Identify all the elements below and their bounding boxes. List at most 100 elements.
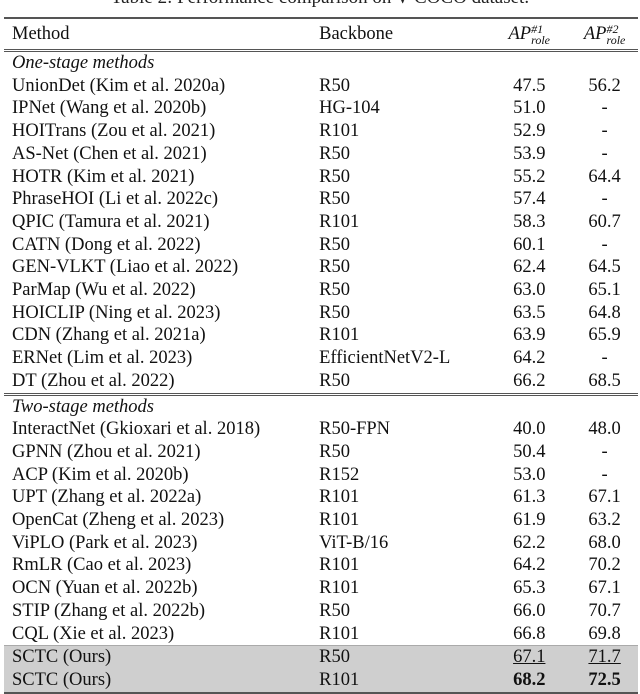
table-row: OpenCat (Zheng et al. 2023) R101 61.9 63.2	[4, 509, 638, 532]
ap-role-1-cell: 62.2	[513, 532, 546, 553]
backbone-cell: R50	[319, 166, 350, 187]
ap-role-2-cell: -	[601, 441, 608, 462]
table-row: HOITrans (Zou et al. 2021) R101 52.9 -	[4, 120, 638, 143]
backbone-cell: R101	[319, 121, 360, 142]
table-row: ACP (Kim et al. 2020b) R152 53.0 -	[4, 464, 638, 487]
ap-role-2-cell: -	[601, 143, 608, 164]
ap-role-1-cell: 65.3	[513, 578, 546, 599]
ap-role-1-cell: 47.5	[513, 75, 546, 96]
backbone-cell: EfficientNetV2-L	[319, 348, 451, 369]
ap-role-2-cell: 68.5	[588, 370, 621, 391]
table-row: ERNet (Lim et al. 2023) EfficientNetV2-L 6…	[4, 347, 638, 370]
method-cell: UnionDet (Kim et al. 2020a)	[12, 75, 226, 96]
section-header: One-stage methods	[4, 50, 638, 75]
ap-role-1-cell: 63.9	[513, 325, 546, 346]
ap-role-1-cell: 64.2	[513, 348, 546, 369]
table-row: HOICLIP (Ning et al. 2023) R50 63.5 64.8	[4, 302, 638, 325]
ap-role-2-cell: -	[601, 189, 608, 210]
method-cell: CDN (Zhang et al. 2021a)	[12, 325, 206, 346]
table-row: ParMap (Wu et al. 2022) R50 63.0 65.1	[4, 279, 638, 302]
table-header-row: Method Backbone AP #1 role AP #2 role	[4, 18, 638, 51]
section-header: Two-stage methods	[4, 394, 638, 418]
ours-row: SCTC (Ours) R101 68.2 72.5	[4, 668, 638, 693]
backbone-cell: R50-FPN	[319, 419, 391, 440]
backbone-cell: R50	[319, 441, 350, 462]
table-body: One-stage methods UnionDet (Kim et al. 20…	[4, 50, 638, 693]
ap-role-1-cell: 40.0	[513, 419, 546, 440]
backbone-cell: R50	[319, 257, 350, 278]
method-cell: PhraseHOI (Li et al. 2022c)	[12, 189, 219, 210]
ap-role-1-cell: 64.2	[513, 555, 546, 576]
table-row: GPNN (Zhou et al. 2021) R50 50.4 -	[4, 441, 638, 464]
results-table: Method Backbone AP #1 role AP #2 role One-st…	[4, 17, 638, 694]
header-ap2-sub: role	[606, 32, 626, 47]
method-cell: GEN-VLKT (Liao et al. 2022)	[12, 257, 239, 278]
ap-role-2-cell: 71.7	[571, 645, 638, 669]
backbone-cell: R50	[319, 645, 488, 669]
backbone-cell: R50	[319, 75, 350, 96]
ap-role-1-cell: 63.5	[513, 302, 546, 323]
ap-role-1-cell: 51.0	[513, 98, 546, 119]
ap-role-1-cell: 61.9	[513, 510, 546, 531]
backbone-cell: R50	[319, 280, 350, 301]
table-caption: Table 2: Performance comparison on V-COC…	[0, 0, 640, 8]
ap-role-1-cell: 62.4	[513, 257, 546, 278]
method-cell: ViPLO (Park et al. 2023)	[12, 532, 198, 553]
method-cell: OpenCat (Zheng et al. 2023)	[12, 510, 225, 531]
method-cell: STIP (Zhang et al. 2022b)	[12, 600, 206, 621]
ap-role-2-cell: 70.2	[588, 555, 621, 576]
table-row: IPNet (Wang et al. 2020b) HG-104 51.0 -	[4, 97, 638, 120]
table-row: CQL (Xie et al. 2023) R101 66.8 69.8	[4, 623, 638, 646]
method-cell: CQL (Xie et al. 2023)	[12, 623, 175, 644]
ap-role-2-cell: 67.1	[588, 487, 621, 508]
ap-role-2-cell: 64.4	[588, 166, 621, 187]
ap-role-1-cell: 55.2	[513, 166, 546, 187]
ap-role-2-cell: 70.7	[588, 600, 621, 621]
backbone-cell: R101	[319, 211, 360, 232]
table-row: ViPLO (Park et al. 2023) ViT-B/16 62.2 68.0	[4, 532, 638, 555]
method-cell: RmLR (Cao et al. 2023)	[12, 555, 192, 576]
method-cell: SCTC (Ours)	[4, 645, 320, 669]
method-cell: UPT (Zhang et al. 2022a)	[12, 487, 202, 508]
method-cell: ParMap (Wu et al. 2022)	[12, 280, 196, 301]
ap-role-1-cell: 60.1	[513, 234, 546, 255]
method-cell: HOICLIP (Ning et al. 2023)	[12, 302, 221, 323]
ap-role-2-cell: 64.5	[588, 257, 621, 278]
ours-row: SCTC (Ours) R50 67.1 71.7	[4, 645, 638, 669]
table-row: UnionDet (Kim et al. 2020a) R50 47.5 56.2	[4, 75, 638, 98]
ap-role-2-cell: 63.2	[588, 510, 621, 531]
backbone-cell: R101	[319, 510, 360, 531]
ap-role-2-cell: 67.1	[588, 578, 621, 599]
method-cell: HOITrans (Zou et al. 2021)	[12, 121, 216, 142]
ap-role-1-cell: 67.1	[487, 645, 572, 669]
table-row: OCN (Yuan et al. 2022b) R101 65.3 67.1	[4, 577, 638, 600]
backbone-cell: R50	[319, 370, 350, 391]
ap-role-2-cell: 65.9	[588, 325, 621, 346]
ap-role-2-cell: -	[601, 348, 608, 369]
backbone-cell: R50	[319, 600, 350, 621]
ap-role-1-cell: 63.0	[513, 280, 546, 301]
ap-role-2-cell: 68.0	[588, 532, 621, 553]
table-row: UPT (Zhang et al. 2022a) R101 61.3 67.1	[4, 486, 638, 509]
ap-role-1-cell: 50.4	[513, 441, 546, 462]
backbone-cell: R101	[319, 487, 360, 508]
backbone-cell: R50	[319, 143, 350, 164]
backbone-cell: R101	[319, 325, 360, 346]
method-cell: IPNet (Wang et al. 2020b)	[12, 98, 207, 119]
backbone-cell: R101	[319, 668, 488, 693]
ap-role-1-cell: 61.3	[513, 487, 546, 508]
table-row: DT (Zhou et al. 2022) R50 66.2 68.5	[4, 370, 638, 394]
ap-role-2-cell: 56.2	[588, 75, 621, 96]
backbone-cell: R101	[319, 623, 360, 644]
method-cell: AS-Net (Chen et al. 2021)	[12, 143, 207, 164]
backbone-cell: R50	[319, 302, 350, 323]
ap-role-1-cell: 66.0	[513, 600, 546, 621]
method-cell: HOTR (Kim et al. 2021)	[12, 166, 195, 187]
method-cell: DT (Zhou et al. 2022)	[12, 370, 175, 391]
header-ap1-sub: role	[531, 32, 550, 47]
method-cell: ACP (Kim et al. 2020b)	[12, 464, 189, 485]
ap-role-2-cell: 60.7	[588, 211, 621, 232]
header-ap-role-1: AP #1 role	[487, 18, 571, 51]
ap-role-2-cell: 65.1	[588, 280, 621, 301]
ap-role-2-cell: 64.8	[588, 302, 621, 323]
